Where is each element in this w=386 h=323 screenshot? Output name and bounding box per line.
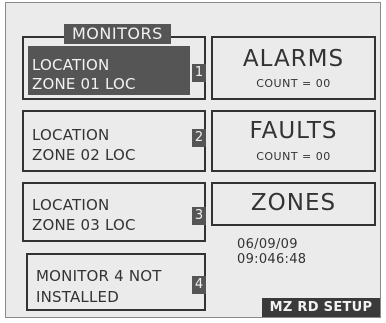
panel-screen: LOCATION ZONE 01 LOC 1 MONITORS LOCATION… xyxy=(5,2,381,318)
zones-title: ZONES xyxy=(250,190,337,216)
monitor-4-box[interactable]: MONITOR 4 NOT INSTALLED 4 xyxy=(26,253,206,311)
monitor-1-line1: LOCATION xyxy=(32,56,110,74)
faults-button[interactable]: FAULTS COUNT = 00 xyxy=(211,110,376,172)
alarms-button[interactable]: ALARMS COUNT = 00 xyxy=(211,36,376,100)
monitor-2-number: 2 xyxy=(192,129,206,147)
monitor-3-line2: ZONE 03 LOC xyxy=(32,216,136,234)
faults-count: COUNT = 00 xyxy=(256,150,331,163)
monitor-4-line1: MONITOR 4 NOT xyxy=(36,267,162,285)
monitor-2-line2: ZONE 02 LOC xyxy=(32,146,136,164)
monitor-3-box[interactable]: LOCATION ZONE 03 LOC 3 xyxy=(22,182,206,242)
monitor-4-number: 4 xyxy=(192,276,206,294)
monitor-3-number: 3 xyxy=(192,207,206,225)
monitors-label: MONITORS xyxy=(64,24,171,44)
monitor-2-box[interactable]: LOCATION ZONE 02 LOC 2 xyxy=(22,110,206,172)
faults-title: FAULTS xyxy=(249,118,338,144)
monitor-2-line1: LOCATION xyxy=(32,126,110,144)
monitor-1-number: 1 xyxy=(192,64,206,82)
monitor-1-box[interactable]: LOCATION ZONE 01 LOC 1 xyxy=(22,36,206,100)
monitor-1-line2: ZONE 01 LOC xyxy=(32,75,136,93)
time-text: 09:046:48 xyxy=(237,252,307,267)
mz-rd-setup-button[interactable]: MZ RD SETUP xyxy=(262,298,380,317)
date-text: 06/09/09 xyxy=(237,237,298,252)
alarms-count: COUNT = 00 xyxy=(256,77,331,90)
datetime-display: 06/09/09 09:046:48 xyxy=(237,237,306,267)
zones-button[interactable]: ZONES xyxy=(211,182,376,226)
monitor-3-line1: LOCATION xyxy=(32,196,110,214)
alarms-title: ALARMS xyxy=(242,46,345,72)
monitor-4-line2: INSTALLED xyxy=(36,288,119,306)
